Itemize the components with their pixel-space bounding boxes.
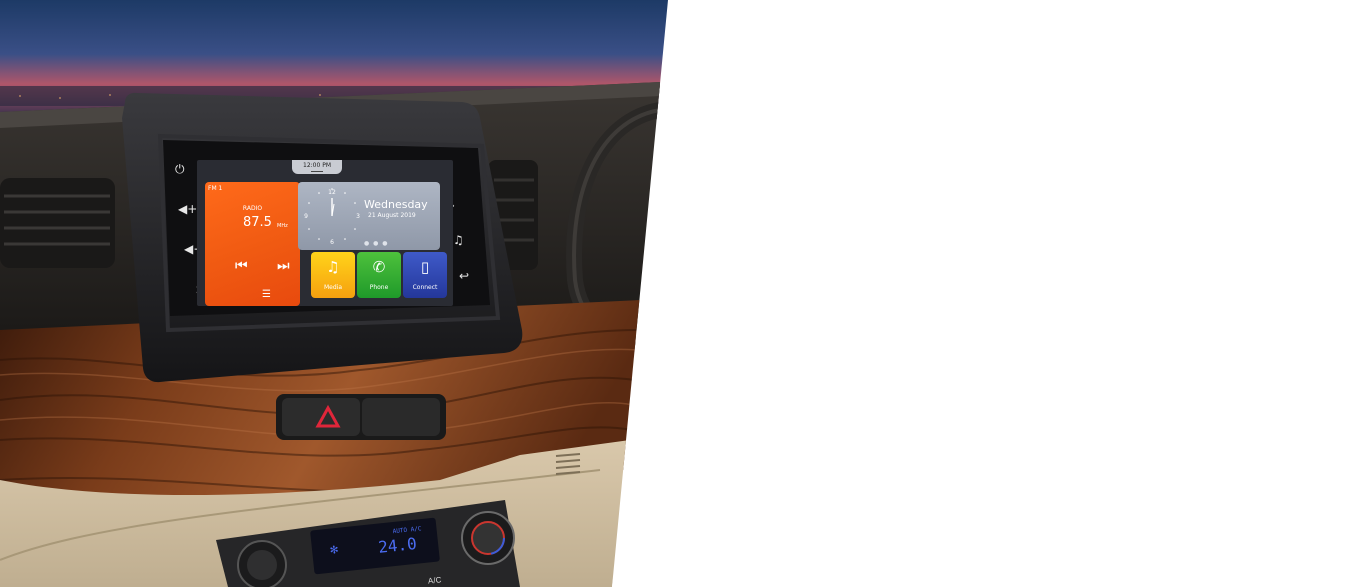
phone-icon: ✆ xyxy=(372,258,386,276)
power-icon[interactable]: ⏻ xyxy=(175,163,185,175)
radio-tile[interactable]: FM 1 RADIO 87.5 MHz ⏮ ⏭ ☰ xyxy=(205,182,300,306)
media-app-tile[interactable]: ♫ Media xyxy=(311,252,355,298)
music-note-icon[interactable]: ♫ xyxy=(453,234,464,246)
clock-numeral-9: 9 xyxy=(304,213,308,220)
connect-label: Connect xyxy=(412,284,438,291)
phone-app-tile[interactable]: ✆ Phone xyxy=(357,252,401,298)
clock-widget[interactable]: 12 3 6 9 Wednesday 21 August 2019 ● ● ● xyxy=(298,182,440,250)
previous-track-icon[interactable]: ⏮ xyxy=(235,258,248,274)
radio-frequency: 87.5 xyxy=(243,215,272,230)
radio-band: FM 1 xyxy=(208,185,223,192)
page-indicator: ● ● ● xyxy=(364,240,389,247)
phone-label: Phone xyxy=(369,284,389,291)
climate-ac-button-label[interactable]: A/C xyxy=(428,575,442,585)
clock-numeral-6: 6 xyxy=(330,239,334,246)
clock-date: 21 August 2019 xyxy=(368,212,416,219)
radio-frequency-unit: MHz xyxy=(277,223,288,229)
analog-clock: 12 3 6 9 xyxy=(304,188,360,246)
climate-fan-icon: ✻ xyxy=(329,542,339,558)
pull-down-handle xyxy=(311,171,323,172)
volume-up-icon[interactable]: ◀+ xyxy=(178,203,197,215)
clock-day: Wednesday xyxy=(364,198,428,211)
climate-temperature: 24.0 xyxy=(377,533,418,557)
radio-source: RADIO xyxy=(242,205,263,212)
smartphone-icon: ▯ xyxy=(420,258,430,276)
clock-numeral-12: 12 xyxy=(328,189,336,196)
dashboard-photo: ✻ AUTO A/C 24.0 A/C ⏻ ◀+ ◀− ✕ ▢ ◇ ♫ ↩ 12… xyxy=(0,0,668,587)
back-icon[interactable]: ↩ xyxy=(459,270,469,282)
status-time: 12:00 PM xyxy=(303,162,331,169)
blank-content-area xyxy=(668,0,1366,587)
next-track-icon[interactable]: ⏭ xyxy=(277,258,290,274)
clock-numeral-3: 3 xyxy=(356,213,360,220)
infotainment-screen[interactable]: 12:00 PM FM 1 RADIO 87.5 MHz ⏮ ⏭ ☰ 12 3 … xyxy=(197,160,453,306)
radio-menu-icon[interactable]: ☰ xyxy=(262,289,271,300)
music-note-icon: ♫ xyxy=(326,258,340,276)
media-label: Media xyxy=(323,284,343,291)
connect-app-tile[interactable]: ▯ Connect xyxy=(403,252,447,298)
status-time-tab[interactable]: 12:00 PM xyxy=(292,160,342,174)
